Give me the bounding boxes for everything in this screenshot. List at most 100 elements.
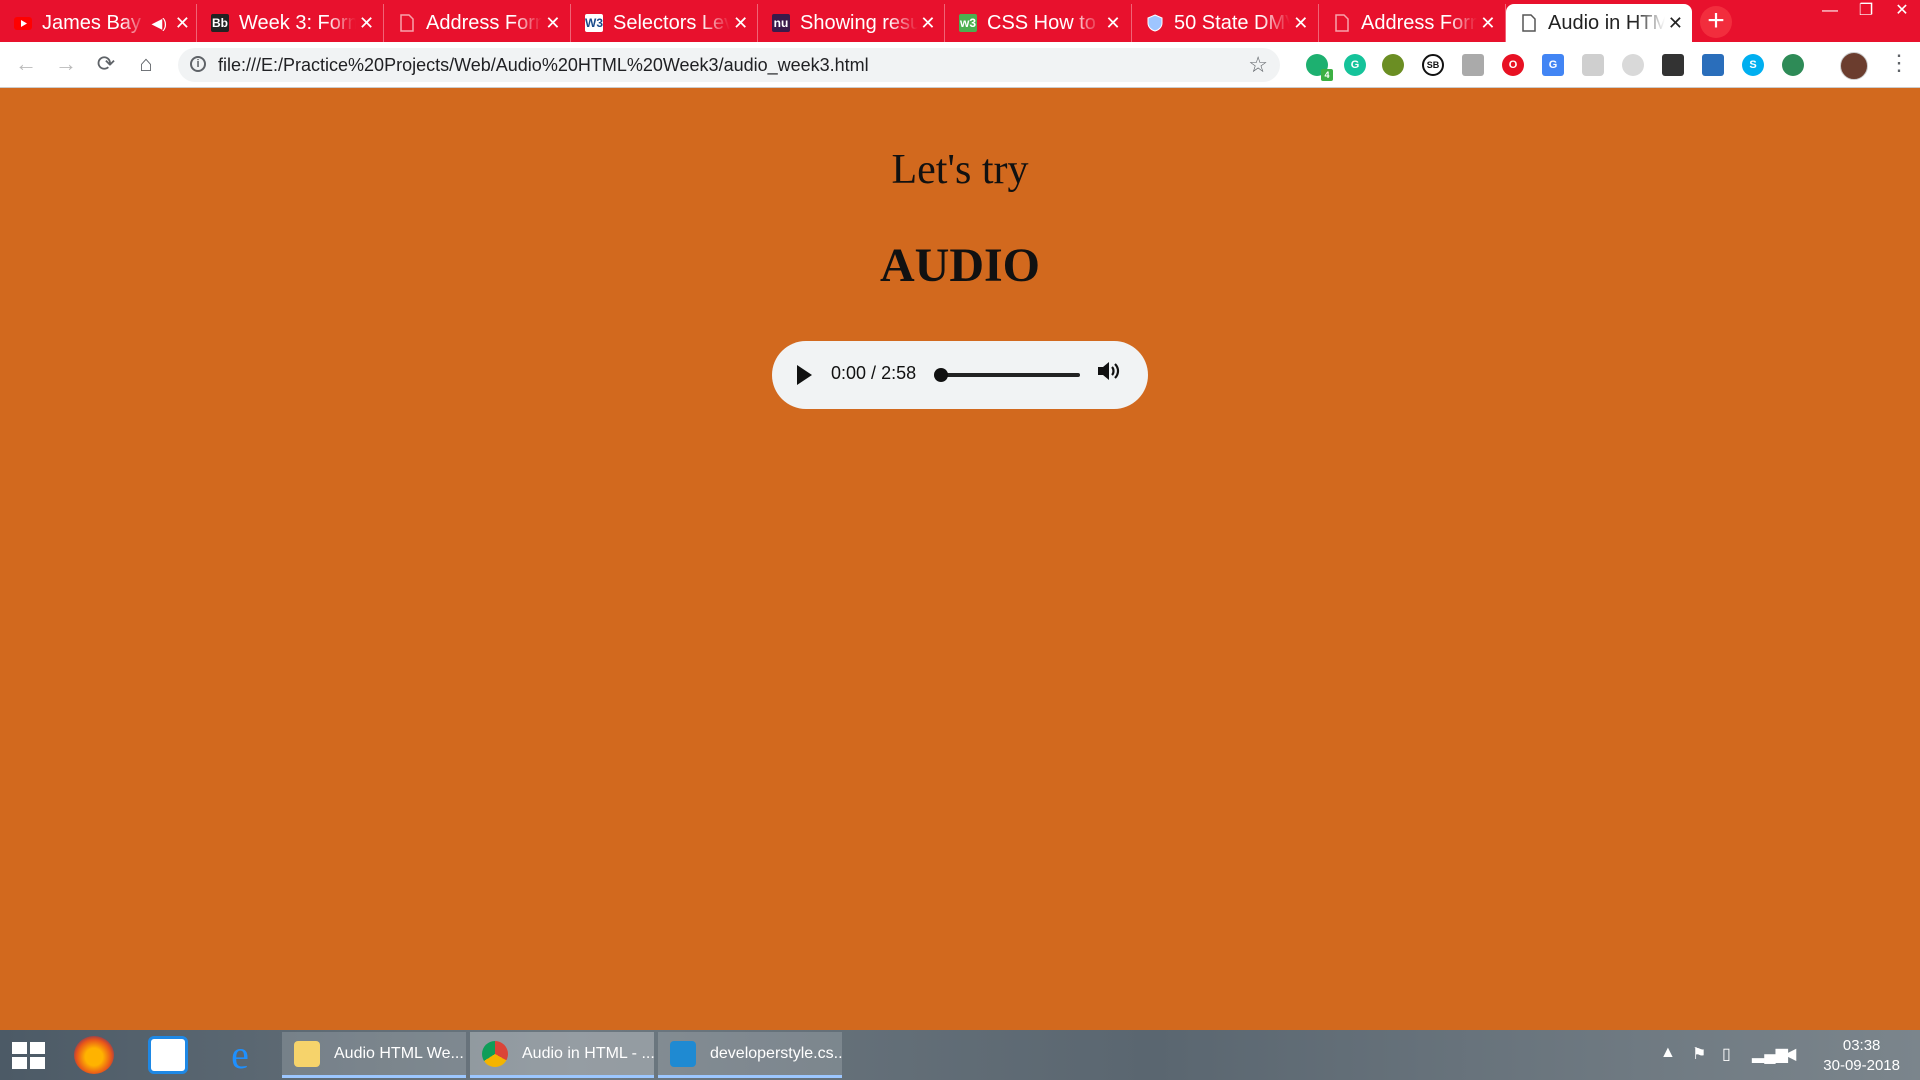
- internet-explorer-icon[interactable]: e: [220, 1035, 260, 1075]
- bookmark-star-icon[interactable]: ☆: [1248, 52, 1268, 78]
- page-icon: [1520, 14, 1538, 32]
- close-tab-icon[interactable]: ✕: [918, 13, 938, 34]
- browser-toolbar: ← → ⟳ ⌂ i file:///E:/Practice%20Projects…: [0, 42, 1920, 88]
- sb-icon[interactable]: SB: [1422, 54, 1444, 76]
- extension-badge: 4: [1321, 69, 1333, 81]
- tab-address-form-2[interactable]: Address Form ✕: [1319, 4, 1506, 42]
- window-controls: — ❐ ✕: [1812, 0, 1920, 24]
- reload-button[interactable]: ⟳: [92, 50, 120, 78]
- tab-title: Showing results: [800, 11, 918, 34]
- home-button[interactable]: ⌂: [132, 50, 160, 78]
- document-icon: [398, 14, 416, 32]
- page-content: Let's try AUDIO 0:00 / 2:58: [0, 88, 1920, 1030]
- taskbar-app-label: developerstyle.cs...: [710, 1044, 842, 1062]
- tab-title: Address Form: [1361, 11, 1477, 34]
- vscode-icon: [670, 1040, 696, 1067]
- show-hidden-icons[interactable]: ▲: [1660, 1044, 1676, 1062]
- tab-title: Audio in HTML: [1548, 11, 1665, 34]
- tab-title: James Bay - Let It Go: [42, 11, 147, 34]
- new-tab-button[interactable]: +: [1700, 6, 1732, 38]
- battery-icon[interactable]: ▯: [1722, 1044, 1731, 1064]
- taskbar-clock[interactable]: 03:38 30-09-2018: [1823, 1036, 1900, 1076]
- taskbar-app-vscode[interactable]: developerstyle.cs...: [658, 1032, 842, 1078]
- close-tab-icon[interactable]: ✕: [1477, 13, 1499, 34]
- blackboard-icon: Bb: [211, 14, 229, 32]
- close-tab-icon[interactable]: ✕: [542, 13, 564, 34]
- skype-icon[interactable]: S: [1742, 54, 1764, 76]
- duration: 2:58: [881, 363, 917, 383]
- opera-icon[interactable]: O: [1502, 54, 1524, 76]
- menu-kebab-icon[interactable]: ⋮: [1888, 50, 1910, 76]
- seek-thumb[interactable]: [934, 368, 948, 382]
- info-icon[interactable]: i: [190, 56, 206, 72]
- tab-css-how-to[interactable]: w3 CSS How to ✕: [945, 4, 1132, 42]
- tab-address-form[interactable]: Address Form ✕: [384, 4, 571, 42]
- close-tab-icon[interactable]: ✕: [356, 13, 377, 34]
- grammarly-icon[interactable]: G: [1344, 54, 1366, 76]
- windows-taskbar: e Audio HTML We... Audio in HTML - ... d…: [0, 1030, 1920, 1080]
- address-bar[interactable]: i file:///E:/Practice%20Projects/Web/Aud…: [178, 48, 1280, 82]
- flag-icon[interactable]: ⚑: [1692, 1044, 1706, 1064]
- tab-title: Selectors Level: [613, 11, 731, 34]
- taskbar-app-label: Audio HTML We...: [334, 1044, 464, 1062]
- tab-selectors[interactable]: W3 Selectors Level ✕: [571, 4, 758, 42]
- tab-title: 50 State DMV: [1174, 11, 1290, 34]
- tab-week3[interactable]: Bb Week 3: Forms ✕: [197, 4, 384, 42]
- minimize-button[interactable]: —: [1812, 0, 1848, 22]
- browser-tab-strip: James Bay - Let It Go ◀) ✕ Bb Week 3: Fo…: [0, 0, 1920, 42]
- taskbar-app-explorer[interactable]: Audio HTML We...: [282, 1032, 466, 1078]
- chrome-icon: [482, 1040, 508, 1067]
- folder-icon: [294, 1040, 320, 1067]
- close-tab-icon[interactable]: ✕: [1665, 13, 1686, 34]
- tab-title: CSS How to: [987, 11, 1096, 34]
- translate-icon[interactable]: G: [1542, 54, 1564, 76]
- profile-avatar[interactable]: [1840, 52, 1868, 80]
- taskbar-app-chrome[interactable]: Audio in HTML - ...: [470, 1032, 654, 1078]
- extension-icon[interactable]: [1462, 54, 1484, 76]
- back-button[interactable]: ←: [12, 50, 40, 78]
- close-window-button[interactable]: ✕: [1884, 0, 1920, 22]
- audio-player: 0:00 / 2:58: [772, 341, 1148, 409]
- volume-icon[interactable]: [1096, 359, 1122, 390]
- cast-icon[interactable]: [1662, 54, 1684, 76]
- taskbar-app-label: Audio in HTML - ...: [522, 1044, 654, 1062]
- clock-date: 30-09-2018: [1823, 1057, 1900, 1074]
- network-icon[interactable]: ▂▄▆: [1752, 1044, 1788, 1064]
- shield-icon: [1146, 14, 1164, 32]
- forward-button[interactable]: →: [52, 50, 80, 78]
- close-tab-icon[interactable]: ✕: [1101, 13, 1125, 34]
- extension-icon[interactable]: [1622, 54, 1644, 76]
- tab-showing-results[interactable]: nu Showing results ✕: [758, 4, 945, 42]
- volume-tray-icon[interactable]: ◀: [1784, 1044, 1796, 1064]
- w3schools-icon: w3: [959, 14, 977, 32]
- play-icon[interactable]: [797, 365, 812, 385]
- clock-time: 03:38: [1842, 1037, 1881, 1054]
- close-tab-icon[interactable]: ✕: [1290, 13, 1312, 34]
- url-text[interactable]: file:///E:/Practice%20Projects/Web/Audio…: [218, 55, 869, 76]
- globe-icon[interactable]: [1782, 54, 1804, 76]
- page-heading: Let's try: [891, 147, 1029, 193]
- tab-title: Week 3: Forms: [239, 11, 357, 34]
- windows-start-icon[interactable]: [12, 1042, 46, 1070]
- current-time: 0:00: [831, 363, 867, 383]
- extension-icon[interactable]: [1382, 54, 1404, 76]
- download-icon[interactable]: [1702, 54, 1724, 76]
- time-display: 0:00 / 2:58: [831, 363, 917, 383]
- tab-youtube[interactable]: James Bay - Let It Go ◀) ✕: [0, 4, 197, 42]
- close-tab-icon[interactable]: ✕: [175, 13, 190, 34]
- seek-bar[interactable]: [940, 373, 1080, 377]
- tab-title: Address Form: [426, 11, 542, 34]
- tab-state-dmv[interactable]: 50 State DMV ✕: [1132, 4, 1319, 42]
- speaker-icon[interactable]: ◀): [151, 15, 166, 32]
- w3c-icon: W3: [585, 14, 603, 32]
- tab-audio-in-html[interactable]: Audio in HTML ✕: [1506, 4, 1692, 42]
- touch-icon[interactable]: [148, 1036, 188, 1074]
- extension-notification-icon[interactable]: 4: [1306, 54, 1333, 81]
- youtube-icon: [14, 14, 32, 32]
- page-title: AUDIO: [879, 239, 1040, 292]
- close-tab-icon[interactable]: ✕: [730, 13, 751, 34]
- restore-button[interactable]: ❐: [1848, 0, 1884, 22]
- extension-icon[interactable]: [1582, 54, 1604, 76]
- firefox-icon[interactable]: [74, 1036, 114, 1074]
- nu-icon: nu: [772, 14, 790, 32]
